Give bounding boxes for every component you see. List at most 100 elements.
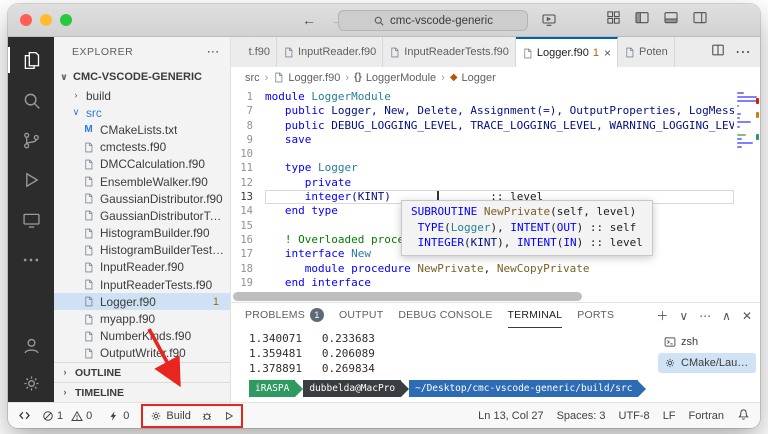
- minimap[interactable]: [737, 92, 757, 148]
- more-actions-icon[interactable]: ⋯: [735, 42, 751, 62]
- more-views-button[interactable]: [8, 240, 54, 280]
- namespace-icon: {}: [354, 72, 362, 83]
- editor-tab-poten[interactable]: Poten: [618, 37, 675, 67]
- cmake-build-button[interactable]: Build: [150, 410, 190, 422]
- file-inputreader-f90[interactable]: InputReader.f90: [54, 259, 230, 276]
- code-line-12[interactable]: 12 private: [231, 176, 734, 190]
- indentation[interactable]: Spaces: 3: [557, 410, 606, 422]
- panel-tab-debug-console[interactable]: DEBUG CONSOLE: [398, 303, 492, 328]
- file-inputreadertests-f90[interactable]: InputReaderTests.f90: [54, 276, 230, 293]
- run-debug-activity-button[interactable]: [8, 160, 54, 200]
- code-line-1[interactable]: 1module LoggerModule: [231, 90, 734, 104]
- tree-item-label: HistogramBuilder.f90: [100, 226, 210, 240]
- breadcrumb-logger[interactable]: ◆Logger: [450, 72, 496, 84]
- close-window-button[interactable]: [20, 14, 32, 26]
- file-ensemblewalker-f90[interactable]: EnsembleWalker.f90: [54, 173, 230, 190]
- chevron-right-icon: ›: [71, 90, 81, 101]
- file-histogrambuilder-f90[interactable]: HistogramBuilder.f90: [54, 225, 230, 242]
- close-panel-icon[interactable]: ✕: [742, 309, 752, 323]
- language-mode[interactable]: Fortran: [689, 410, 724, 422]
- go-back-button[interactable]: ←: [302, 12, 316, 28]
- file-logger-f90[interactable]: Logger.f901: [54, 293, 230, 310]
- fullscreen-window-button[interactable]: [60, 14, 72, 26]
- breadcrumb-logger-f90[interactable]: Logger.f90: [273, 71, 340, 84]
- editor-tab-t-f90[interactable]: t.f90: [231, 37, 277, 67]
- class-icon: ◆: [450, 72, 458, 83]
- eol-selector[interactable]: LF: [663, 410, 676, 422]
- notifications-bell-icon[interactable]: [737, 408, 750, 424]
- panel-tab-ports[interactable]: PORTS: [577, 303, 614, 328]
- file-icon: [82, 209, 95, 222]
- source-control-activity-button[interactable]: [8, 120, 54, 160]
- editor-tab-inputreader-f90[interactable]: InputReader.f90: [277, 37, 383, 67]
- file-outputwriter-f90[interactable]: OutputWriter.f90: [54, 345, 230, 362]
- file-icon: [82, 347, 95, 360]
- search-activity-button[interactable]: [8, 80, 54, 120]
- breadcrumb-src[interactable]: src: [245, 72, 260, 84]
- horizontal-scrollbar[interactable]: [233, 292, 582, 301]
- code-editor[interactable]: 1module LoggerModule7 public Logger, New…: [231, 88, 760, 302]
- file-gaussiandistributor-f90[interactable]: GaussianDistributor.f90: [54, 190, 230, 207]
- screen-share-icon[interactable]: [541, 4, 557, 36]
- file-icon: [283, 46, 294, 59]
- maximize-panel-icon[interactable]: ∧: [722, 309, 731, 323]
- code-line-7[interactable]: 7 public Logger, New, Delete, Assignment…: [231, 104, 734, 118]
- cmake-debug-button[interactable]: [201, 410, 213, 422]
- explorer-activity-button[interactable]: [8, 40, 54, 80]
- split-editor-icon[interactable]: [711, 43, 725, 62]
- terminal-instance-zsh[interactable]: zsh: [658, 332, 756, 352]
- timeline-section-header[interactable]: › TIMELINE: [54, 382, 230, 402]
- remote-explorer-activity-button[interactable]: [8, 200, 54, 240]
- panel-tab-problems[interactable]: PROBLEMS1: [245, 303, 324, 328]
- code-line-10[interactable]: 10: [231, 147, 734, 161]
- toggle-secondary-sidebar-icon[interactable]: [692, 10, 708, 31]
- file-dmccalculation-f90[interactable]: DMCCalculation.f90: [54, 156, 230, 173]
- cmake-run-button[interactable]: [223, 410, 234, 422]
- explorer-more-actions-icon[interactable]: ⋯: [207, 44, 221, 60]
- file-numberkinds-f90[interactable]: NumberKinds.f90: [54, 328, 230, 345]
- file-cmakelists-txt[interactable]: MCMakeLists.txt: [54, 121, 230, 138]
- ports-status[interactable]: 0: [108, 410, 129, 422]
- breadcrumb-loggermodule[interactable]: {}LoggerModule: [354, 72, 436, 84]
- editor-tab-inputreadertests-f90[interactable]: InputReaderTests.f90: [383, 37, 516, 67]
- folder-src[interactable]: ∨src: [54, 104, 230, 121]
- file-icon: [83, 141, 94, 154]
- settings-button[interactable]: [8, 364, 54, 402]
- code-line-9[interactable]: 9 save: [231, 133, 734, 147]
- file-cmctests-f90[interactable]: cmctests.f90: [54, 139, 230, 156]
- warning-icon: [71, 410, 83, 422]
- panel-more-icon[interactable]: ⋯: [699, 309, 711, 323]
- tab-close-icon[interactable]: ×: [604, 46, 611, 60]
- code-line-19[interactable]: 19 end interface: [231, 276, 734, 290]
- accounts-button[interactable]: [8, 326, 54, 364]
- code-line-18[interactable]: 18 module procedure NewPrivate, NewCopyP…: [231, 262, 734, 276]
- encoding[interactable]: UTF-8: [619, 410, 650, 422]
- terminal-instance-cmake-lau[interactable]: CMake/Lau…: [658, 353, 756, 373]
- terminal-output[interactable]: 1.340071 0.2336831.359481 0.2060891.3788…: [231, 328, 658, 402]
- terminal-dropdown-icon[interactable]: ∨: [679, 309, 688, 323]
- file-myapp-f90[interactable]: myapp.f90: [54, 310, 230, 327]
- editor-tab-logger-f90[interactable]: Logger.f901×: [516, 37, 618, 67]
- code-line-8[interactable]: 8 public DEBUG_LOGGING_LEVEL, TRACE_LOGG…: [231, 119, 734, 133]
- minimap-line: [737, 146, 742, 148]
- outline-section-header[interactable]: › OUTLINE: [54, 362, 230, 382]
- file-icon: [389, 46, 400, 59]
- customize-layout-icon[interactable]: [606, 10, 621, 30]
- panel-tab-terminal[interactable]: TERMINAL: [508, 303, 563, 328]
- warning-count: 0: [86, 410, 92, 422]
- file-gaussiandistributortest-f[interactable]: GaussianDistributorTest.f...: [54, 207, 230, 224]
- new-terminal-icon[interactable]: ＋: [656, 307, 668, 324]
- cursor-position[interactable]: Ln 13, Col 27: [478, 410, 543, 422]
- line-number: 13: [231, 190, 265, 204]
- workspace-root-folder[interactable]: ∨ CMC-VSCODE-GENERIC: [54, 67, 230, 87]
- toggle-primary-sidebar-icon[interactable]: [634, 10, 650, 31]
- minimize-window-button[interactable]: [40, 14, 52, 26]
- remote-indicator[interactable]: [18, 409, 31, 422]
- folder-build[interactable]: ›build: [54, 87, 230, 104]
- panel-tab-output[interactable]: OUTPUT: [339, 303, 383, 328]
- problems-status[interactable]: 1 0: [42, 410, 97, 422]
- toggle-panel-icon[interactable]: [663, 10, 679, 31]
- command-center-search[interactable]: cmc-vscode-generic: [338, 10, 528, 31]
- code-line-11[interactable]: 11 type Logger: [231, 161, 734, 175]
- file-histogrambuildertest-f90[interactable]: HistogramBuilderTest.f90: [54, 242, 230, 259]
